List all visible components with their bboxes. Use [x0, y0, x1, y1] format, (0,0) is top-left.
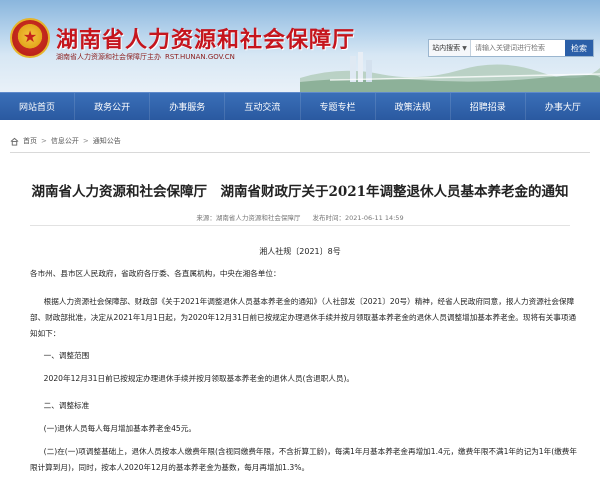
article-title: 湖南省人力资源和社会保障厅 湖南省财政厅关于2021年调整退休人员基本养老金的通…	[31, 184, 569, 200]
section-body-scope: 2020年12月31日前已按规定办理退休手续并按月领取基本养老金的退休人员(含退…	[43, 374, 355, 383]
breadcrumb-notices[interactable]: 通知公告	[93, 136, 121, 146]
nav-item-services[interactable]: 办事服务	[150, 93, 226, 120]
article-publish-time: 发布时间：2021-06-11 14:59	[312, 214, 404, 222]
search-scope-select[interactable]: 站内搜索 ▼	[429, 40, 471, 56]
breadcrumb-separator: >	[41, 137, 47, 145]
site-header: ★ 湖南省人力资源和社会保障厅 湖南省人力资源和社会保障厅主办 RST.HUNAN…	[0, 0, 600, 92]
nav-item-special-topics[interactable]: 专题专栏	[301, 93, 376, 120]
nav-item-home[interactable]: 网站首页	[0, 93, 76, 120]
standard-item-2: (二)在(一)项调整基础上，退休人员按本人缴费年限(含视同缴费年限，不含折算工龄…	[30, 447, 577, 472]
breadcrumb-home[interactable]: 首页	[23, 136, 37, 146]
standard-item-1: (一)退休人员每人每月增加基本养老金45元。	[43, 424, 196, 433]
title-divider	[30, 225, 570, 226]
breadcrumb-separator: >	[82, 137, 89, 145]
breadcrumb-info-public[interactable]: 信息公开	[51, 136, 79, 146]
document-number: 湘人社规〔2021〕8号	[259, 247, 341, 256]
site-subtitle: 湖南省人力资源和社会保障厅主办 RST.HUNAN.GOV.CN	[56, 52, 235, 62]
salutation: 各市州、县市区人民政府，省政府各厅委、各直属机构，中央在湘各单位：	[30, 269, 281, 278]
site-title[interactable]: 湖南省人力资源和社会保障厅	[56, 22, 355, 54]
search-button[interactable]: 检索	[565, 40, 593, 56]
search-box: 站内搜索▼ 检索	[428, 39, 594, 57]
intro-paragraph: 根据人力资源社会保障部、财政部《关于2021年调整退休人员基本养老金的通知》（人…	[30, 297, 577, 338]
main-nav: 网站首页 政务公开 办事服务 互动交流 专题专栏 政策法规 招聘招录 办事大厅	[0, 92, 600, 120]
breadcrumb-divider	[10, 152, 590, 153]
breadcrumb: 首页 > 信息公开 > 通知公告	[10, 136, 121, 146]
article-meta: 来源：湖南省人力资源和社会保障厅 发布时间：2021-06-11 14:59	[0, 212, 600, 222]
nav-item-government-affairs[interactable]: 政务公开	[75, 93, 151, 120]
nav-item-interaction[interactable]: 互动交流	[225, 93, 301, 120]
search-input[interactable]	[471, 40, 565, 56]
section-heading-scope: 一、调整范围	[43, 351, 90, 360]
home-icon	[10, 137, 19, 146]
national-emblem-logo: ★	[10, 18, 50, 58]
site-host-text: 湖南省人力资源和社会保障厅主办	[56, 53, 161, 61]
site-url: RST.HUNAN.GOV.CN	[165, 53, 235, 61]
nav-item-service-hall[interactable]: 办事大厅	[526, 93, 600, 120]
article-source: 来源：湖南省人力资源和社会保障厅	[196, 214, 301, 222]
star-icon: ★	[22, 26, 38, 46]
section-heading-standard: 二、调整标准	[43, 401, 90, 410]
nav-item-policies[interactable]: 政策法规	[376, 93, 451, 120]
search-scope-label: 站内搜索	[432, 44, 461, 52]
chevron-down-icon: ▼	[462, 44, 467, 52]
nav-item-recruitment[interactable]: 招聘招录	[451, 93, 526, 120]
